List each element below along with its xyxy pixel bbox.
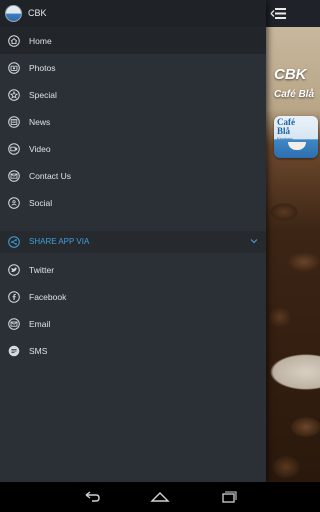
- camera-icon: [8, 62, 20, 74]
- menu-item-social[interactable]: Social: [0, 189, 266, 216]
- star-icon: [8, 89, 20, 101]
- menu-item-photos[interactable]: Photos: [0, 54, 266, 81]
- navigation-drawer: CBK Home Photos Special News Video Conta…: [0, 0, 266, 482]
- back-icon[interactable]: [81, 489, 103, 505]
- menu-item-video[interactable]: Video: [0, 135, 266, 162]
- share-item-label: Email: [29, 319, 51, 329]
- background-action-bar: [266, 0, 320, 27]
- share-item-facebook[interactable]: Facebook: [0, 283, 266, 310]
- share-item-label: Twitter: [29, 265, 55, 275]
- menu-item-label: News: [29, 117, 51, 127]
- menu-item-label: Special: [29, 90, 57, 100]
- contact-card-icon: [8, 170, 20, 182]
- logo-subtext: Kinokom: [277, 136, 293, 141]
- share-app-section-header[interactable]: SHARE APP VIA: [0, 231, 266, 253]
- home-nav-icon[interactable]: [149, 489, 171, 505]
- drawer-toggle-icon[interactable]: [268, 6, 290, 21]
- menu-item-news[interactable]: News: [0, 108, 266, 135]
- menu-item-special[interactable]: Special: [0, 81, 266, 108]
- share-item-label: Facebook: [29, 292, 67, 302]
- chevron-down-icon[interactable]: [249, 236, 259, 246]
- screen: CBK Café Blå Café Blå Kinokom CBK Home P…: [0, 0, 320, 482]
- menu-item-label: Contact Us: [29, 171, 72, 181]
- sms-icon: [8, 345, 20, 357]
- system-navigation-bar: [0, 482, 320, 512]
- menu-item-home[interactable]: Home: [0, 27, 266, 54]
- email-icon: [8, 318, 20, 330]
- drawer-header: CBK: [0, 0, 266, 27]
- share-icon: [8, 236, 20, 248]
- share-item-twitter[interactable]: Twitter: [0, 256, 266, 283]
- news-icon: [8, 116, 20, 128]
- background-page-title: CBK: [274, 66, 307, 83]
- facebook-icon: [8, 291, 20, 303]
- menu-item-label: Social: [29, 198, 53, 208]
- home-icon: [8, 35, 20, 47]
- video-icon: [8, 143, 20, 155]
- recents-icon[interactable]: [217, 489, 239, 505]
- social-icon: [8, 197, 20, 209]
- share-item-sms[interactable]: SMS: [0, 337, 266, 364]
- menu-item-label: Video: [29, 144, 51, 154]
- share-app-section-label: SHARE APP VIA: [29, 237, 90, 246]
- background-app: CBK Café Blå Café Blå Kinokom: [266, 0, 320, 482]
- menu-item-label: Home: [29, 36, 52, 46]
- app-logo-avatar: [5, 5, 22, 22]
- logo-text: Café Blå: [277, 117, 295, 136]
- cafe-bla-logo[interactable]: Café Blå Kinokom: [274, 116, 318, 158]
- share-item-label: SMS: [29, 346, 48, 356]
- logo-cup-icon: [288, 142, 306, 150]
- share-item-email[interactable]: Email: [0, 310, 266, 337]
- app-title: CBK: [28, 8, 47, 18]
- twitter-icon: [8, 264, 20, 276]
- menu-item-label: Photos: [29, 63, 56, 73]
- background-page-subtitle: Café Blå: [274, 89, 315, 100]
- menu-item-contact-us[interactable]: Contact Us: [0, 162, 266, 189]
